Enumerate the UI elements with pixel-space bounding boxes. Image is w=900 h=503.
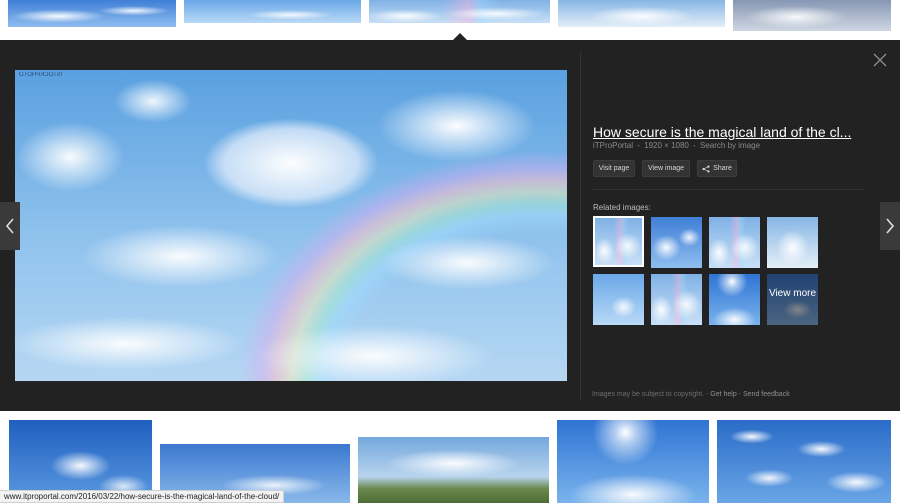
related-image[interactable] bbox=[651, 274, 702, 325]
share-button[interactable]: Share bbox=[697, 160, 737, 177]
view-image-label: View image bbox=[647, 165, 685, 172]
meta-separator: - bbox=[693, 141, 696, 150]
result-thumbnail[interactable] bbox=[358, 437, 549, 503]
copyright-notice: Images may be subject to copyright. bbox=[592, 391, 705, 398]
get-help-link[interactable]: Get help bbox=[710, 391, 736, 398]
next-image-button[interactable] bbox=[880, 202, 900, 250]
related-images-heading: Related images: bbox=[593, 203, 651, 212]
panel-divider bbox=[580, 52, 581, 400]
related-image[interactable] bbox=[593, 274, 644, 325]
related-image[interactable] bbox=[709, 217, 760, 268]
view-more-label: View more bbox=[768, 288, 817, 299]
related-image[interactable] bbox=[651, 217, 702, 268]
chevron-left-icon bbox=[5, 218, 14, 234]
view-image-button[interactable]: View image bbox=[642, 160, 690, 177]
related-image[interactable] bbox=[767, 217, 818, 268]
meta-separator: - bbox=[637, 141, 640, 150]
image-watermark: ISTOCKPHOTO bbox=[19, 72, 63, 78]
result-thumbnail[interactable] bbox=[557, 420, 709, 503]
view-more-overlay bbox=[767, 274, 818, 325]
image-dimensions: 1920 × 1080 bbox=[644, 141, 689, 150]
view-more-button[interactable]: View more bbox=[767, 274, 818, 325]
visit-page-button[interactable]: Visit page bbox=[593, 160, 635, 177]
selection-pointer bbox=[453, 33, 467, 40]
close-icon[interactable] bbox=[872, 52, 888, 68]
search-by-image-link[interactable]: Search by image bbox=[700, 141, 760, 150]
copyright-footer: Images may be subject to copyright. - Ge… bbox=[592, 391, 790, 398]
link-status-bar: www.itproportal.com/2016/03/22/how-secur… bbox=[0, 490, 285, 503]
chevron-right-icon bbox=[886, 218, 895, 234]
image-search-results: ISTOCKPHOTO How secure is the magical la… bbox=[0, 0, 900, 503]
share-icon bbox=[702, 164, 710, 173]
visit-page-label: Visit page bbox=[598, 165, 630, 172]
result-metadata: iTProPortal - 1920 × 1080 - Search by im… bbox=[593, 141, 762, 150]
section-divider bbox=[592, 189, 864, 190]
related-image[interactable] bbox=[593, 216, 644, 267]
result-thumbnail[interactable] bbox=[717, 420, 891, 503]
previous-image-button[interactable] bbox=[0, 202, 20, 250]
send-feedback-link[interactable]: Send feedback bbox=[743, 391, 790, 398]
result-thumbnail[interactable] bbox=[558, 0, 725, 27]
preview-image[interactable]: ISTOCKPHOTO bbox=[15, 70, 567, 381]
result-thumbnail[interactable] bbox=[733, 0, 891, 31]
result-thumbnail[interactable] bbox=[8, 0, 176, 27]
share-label: Share bbox=[713, 165, 732, 172]
result-title-link[interactable]: How secure is the magical land of the cl… bbox=[593, 124, 855, 140]
related-image[interactable] bbox=[709, 274, 760, 325]
source-name: iTProPortal bbox=[593, 141, 634, 150]
result-thumbnail[interactable] bbox=[184, 0, 361, 23]
result-thumbnail-selected[interactable] bbox=[369, 0, 550, 23]
